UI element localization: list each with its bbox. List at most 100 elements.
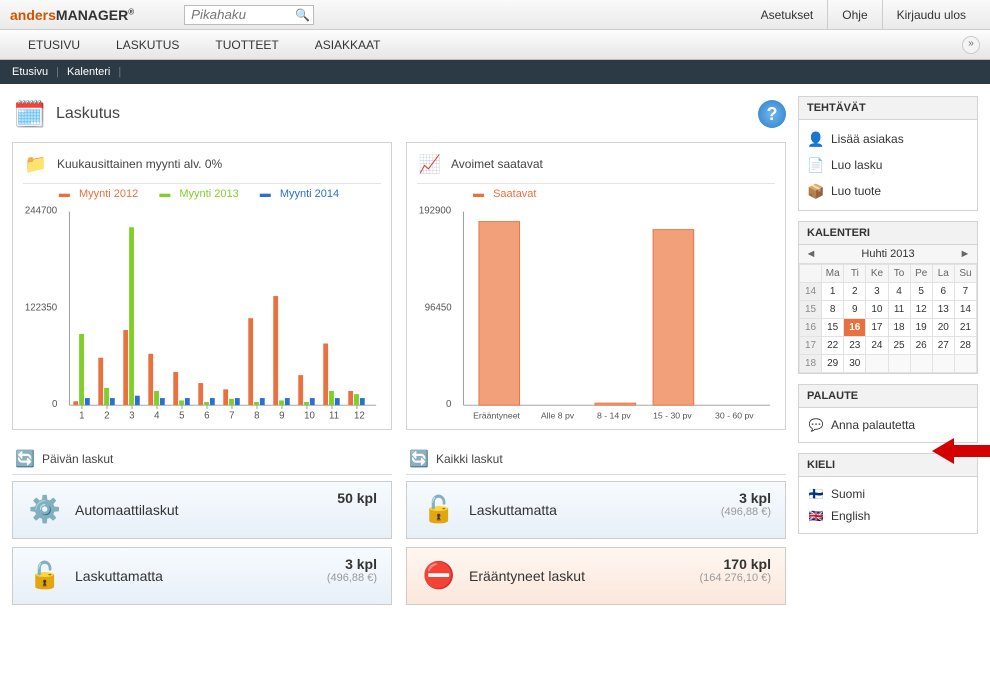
feedback-link[interactable]: 💬Anna palautetta (807, 414, 969, 436)
auto-invoices-card[interactable]: ⚙️ Automaattilaskut 50 kpl (12, 481, 392, 539)
cal-day[interactable]: 25 (888, 337, 910, 355)
todays-invoices-title: Päivän laskut (42, 452, 113, 466)
svg-text:6: 6 (204, 411, 209, 422)
uninvoiced-all-card[interactable]: 🔓 Laskuttamatta 3 kpl(496,88 €) (406, 481, 786, 539)
nav-tuotteet[interactable]: TUOTTEET (197, 30, 296, 60)
cal-day[interactable]: 5 (910, 283, 932, 301)
cal-day[interactable]: 11 (888, 301, 910, 319)
sidebar: TEHTÄVÄT 👤Lisää asiakas 📄Luo lasku 📦Luo … (798, 96, 978, 613)
cal-day[interactable]: 8 (822, 301, 844, 319)
cal-day[interactable]: 18 (888, 319, 910, 337)
cal-prev-button[interactable]: ◄ (803, 248, 819, 260)
svg-text:96450: 96450 (425, 302, 452, 313)
svg-text:11: 11 (329, 411, 339, 422)
receivables-panel: 📈 Avoimet saatavat ▬ Saatavat 192900 964… (406, 142, 786, 430)
subnav-kalenteri[interactable]: Kalenteri (67, 66, 110, 78)
refresh-icon: 🔄 (408, 448, 430, 470)
overdue-invoice-icon: ⛔ (421, 558, 457, 594)
cal-day[interactable]: 1 (822, 283, 844, 301)
cal-month-label: Huhti 2013 (861, 248, 914, 260)
search-icon[interactable]: 🔍 (295, 8, 310, 22)
cal-day[interactable]: 27 (932, 337, 954, 355)
cal-day-today[interactable]: 16 (844, 319, 866, 337)
svg-text:1: 1 (79, 411, 84, 422)
feedback-title: PALAUTE (799, 385, 977, 408)
cal-day[interactable]: 14 (954, 301, 976, 319)
folder-icon: 📁 (23, 151, 49, 177)
refresh-icon: 🔄 (14, 448, 36, 470)
cal-day[interactable]: 13 (932, 301, 954, 319)
task-add-customer[interactable]: 👤Lisää asiakas (807, 126, 969, 152)
svg-text:12: 12 (354, 411, 365, 422)
cal-day[interactable]: 10 (866, 301, 888, 319)
cal-day[interactable]: 2 (844, 283, 866, 301)
cal-day[interactable]: 17 (866, 319, 888, 337)
receivables-title: Avoimet saatavat (451, 157, 543, 171)
calendar-header: ◄ Huhti 2013 ► (799, 245, 977, 264)
svg-text:Erääntyneet: Erääntyneet (473, 411, 520, 421)
all-invoices-col: 🔄 Kaikki laskut 🔓 Laskuttamatta 3 kpl(49… (406, 444, 786, 613)
calendar-title: KALENTERI (799, 222, 977, 245)
top-links: Asetukset Ohje Kirjaudu ulos (747, 0, 980, 30)
uninvoiced-today-card[interactable]: 🔓 Laskuttamatta 3 kpl(496,88 €) (12, 547, 392, 605)
cal-day[interactable]: 6 (932, 283, 954, 301)
feedback-box: PALAUTE 💬Anna palautetta (798, 384, 978, 443)
task-create-product[interactable]: 📦Luo tuote (807, 178, 969, 204)
chart1-svg: 244700 122350 0 123456789101112 (23, 202, 381, 425)
task-create-invoice[interactable]: 📄Luo lasku (807, 152, 969, 178)
lang-en[interactable]: 🇬🇧English (807, 505, 969, 527)
cal-day[interactable]: 24 (866, 337, 888, 355)
cal-day[interactable]: 21 (954, 319, 976, 337)
cal-day[interactable]: 9 (844, 301, 866, 319)
svg-text:122350: 122350 (25, 302, 57, 313)
cal-day[interactable]: 7 (954, 283, 976, 301)
chart1-body: 244700 122350 0 123456789101112 (23, 202, 381, 425)
svg-text:192900: 192900 (419, 206, 451, 217)
logo: andersMANAGER® (10, 7, 134, 23)
overdue-invoices-card[interactable]: ⛔ Erääntyneet laskut 170 kpl(164 276,10 … (406, 547, 786, 605)
svg-text:0: 0 (446, 399, 451, 410)
chart-icon: 📈 (417, 151, 443, 177)
chart2-body: 192900 96450 0 Erääntyneet Alle 8 pv 8 -… (417, 202, 775, 425)
cal-day[interactable]: 22 (822, 337, 844, 355)
cal-day[interactable]: 29 (822, 355, 844, 373)
svg-text:5: 5 (179, 411, 184, 422)
content: 🗓️ Laskutus ? 📁 Kuukausittainen myynti a… (0, 84, 990, 625)
gear-calendar-icon: ⚙️ (27, 492, 63, 528)
unlocked-invoice-icon: 🔓 (27, 558, 63, 594)
cal-day[interactable]: 3 (866, 283, 888, 301)
cal-day[interactable]: 23 (844, 337, 866, 355)
main-nav: ETUSIVU LASKUTUS TUOTTEET ASIAKKAAT » (0, 30, 990, 60)
chart2-svg: 192900 96450 0 Erääntyneet Alle 8 pv 8 -… (417, 202, 775, 425)
cal-day[interactable]: 20 (932, 319, 954, 337)
cal-day[interactable]: 26 (910, 337, 932, 355)
nav-more-button[interactable]: » (962, 36, 980, 54)
nav-etusivu[interactable]: ETUSIVU (10, 30, 98, 60)
logout-link[interactable]: Kirjaudu ulos (882, 0, 980, 30)
cal-day[interactable]: 15 (822, 319, 844, 337)
main-column: 🗓️ Laskutus ? 📁 Kuukausittainen myynti a… (12, 96, 786, 613)
annotation-arrow (932, 438, 990, 467)
person-plus-icon: 👤 (807, 130, 825, 148)
cal-day[interactable]: 12 (910, 301, 932, 319)
svg-text:Alle 8 pv: Alle 8 pv (541, 411, 575, 421)
cal-day[interactable]: 4 (888, 283, 910, 301)
cal-next-button[interactable]: ► (957, 248, 973, 260)
svg-text:4: 4 (154, 411, 160, 422)
top-bar: andersMANAGER® 🔍 Asetukset Ohje Kirjaudu… (0, 0, 990, 30)
nav-asiakkaat[interactable]: ASIAKKAAT (297, 30, 399, 60)
chart-row: 📁 Kuukausittainen myynti alv. 0% ▬ Myynt… (12, 142, 786, 430)
help-icon[interactable]: ? (758, 100, 786, 128)
subnav-etusivu[interactable]: Etusivu (12, 66, 48, 78)
cal-day[interactable]: 28 (954, 337, 976, 355)
cal-day[interactable]: 19 (910, 319, 932, 337)
settings-link[interactable]: Asetukset (747, 0, 828, 30)
help-link[interactable]: Ohje (827, 0, 881, 30)
search-box: 🔍 (184, 5, 314, 25)
nav-laskutus[interactable]: LASKUTUS (98, 30, 197, 60)
lang-fi[interactable]: 🇫🇮Suomi (807, 483, 969, 505)
cal-day[interactable]: 30 (844, 355, 866, 373)
chart2-legend: ▬ Saatavat (417, 188, 775, 200)
sub-nav: Etusivu | Kalenteri | (0, 60, 990, 84)
svg-text:0: 0 (52, 399, 57, 410)
